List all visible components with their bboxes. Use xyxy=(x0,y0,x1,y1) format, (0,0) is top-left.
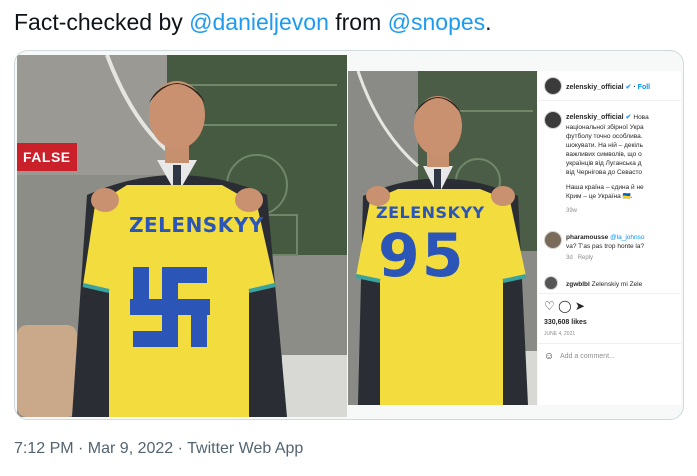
divider xyxy=(538,293,681,294)
jersey-name-left: ZELENSKYY xyxy=(129,213,264,237)
instagram-username[interactable]: zelenskiy_official xyxy=(566,84,624,91)
comment-1-line2: va? T'as pas trop honte la? xyxy=(566,243,645,250)
caption-line-2: футболу точно особлива. xyxy=(566,133,643,140)
caption-line-8: Крим – це Україна 🇺🇦. xyxy=(566,193,633,200)
instagram-header-user[interactable]: zelenskiy_official ✔ · Foll xyxy=(566,83,650,91)
tweet-text-suffix: . xyxy=(485,9,492,35)
commenter-2-avatar[interactable] xyxy=(544,276,558,290)
commenter-avatar[interactable] xyxy=(544,231,562,249)
mention-danieljevon-link[interactable]: @danieljevon xyxy=(189,9,329,35)
caption-line-6: від Чернігова до Севасто xyxy=(566,169,643,176)
tweet-text-prefix: Fact-checked by xyxy=(14,9,190,35)
tweet-text-middle: from xyxy=(328,9,388,35)
comment-2-text: Zelenskiy mi Zele xyxy=(591,281,643,288)
instagram-post-panel: zelenskiy_official ✔ · Foll zelenskiy_of… xyxy=(538,71,681,405)
comment-1-time: 3d xyxy=(566,255,573,261)
tweet-media-image[interactable]: FALSE ZELENSKYY ZELENSKYY 95 zelenskiy_o… xyxy=(14,50,684,420)
share-icon[interactable]: ➤ xyxy=(575,299,585,313)
caption-line-7: Наша країна – єдина й не xyxy=(566,184,644,191)
verified-icon: ✔ xyxy=(625,114,632,121)
divider xyxy=(538,343,681,344)
caption-line-5: українців від Луганська д xyxy=(566,160,642,167)
caption-user: zelenskiy_official ✔ Нова xyxy=(566,113,649,122)
doctored-photo: FALSE ZELENSKYY xyxy=(17,55,347,417)
follow-button[interactable]: Foll xyxy=(638,84,650,91)
caption-username[interactable]: zelenskiy_official xyxy=(566,114,624,121)
comment-1: pharamousse @la_johnso xyxy=(566,233,645,242)
caption-line-3: шокувати. На ній – декіль xyxy=(566,142,643,149)
likes-count[interactable]: 330,608 likes xyxy=(544,319,587,326)
comment-2-user[interactable]: zgwblbl xyxy=(566,281,590,288)
caption-line-1: національної збірної Укра xyxy=(566,124,644,131)
comment-2: zgwblbl Zelenskiy mi Zele xyxy=(566,280,642,289)
mention-snopes-link[interactable]: @snopes xyxy=(388,9,486,35)
comment-1-meta: 3d Reply xyxy=(566,255,593,261)
tweet-text: Fact-checked by @danieljevon from @snope… xyxy=(14,6,492,38)
verified-icon: ✔ xyxy=(625,84,632,91)
reply-button[interactable]: Reply xyxy=(578,255,593,261)
caption-line-4: важливих символів, що о xyxy=(566,151,642,158)
comment-1-user[interactable]: pharamousse xyxy=(566,234,608,241)
tweet-timestamp[interactable]: 7:12 PM · Mar 9, 2022 · Twitter Web App xyxy=(14,440,303,458)
emoji-icon[interactable]: ☺ xyxy=(544,351,554,362)
caption-line-0: Нова xyxy=(633,114,649,121)
action-icons: ♡ ◯ ➤ xyxy=(544,299,585,313)
caption-avatar[interactable] xyxy=(544,111,562,129)
comment-1-mention[interactable]: @la_johnso xyxy=(610,234,644,241)
add-comment-input[interactable]: Add a comment... xyxy=(560,353,615,360)
post-date: JUNE 4, 2021 xyxy=(544,331,576,337)
caption-time: 39w xyxy=(566,208,578,214)
jersey-number: 95 xyxy=(378,221,466,291)
jersey-name-mid: ZELENSKYY xyxy=(376,203,485,222)
comment-icon[interactable]: ◯ xyxy=(558,299,571,313)
instagram-header: zelenskiy_official ✔ · Foll xyxy=(538,71,681,101)
original-photo: ZELENSKYY 95 xyxy=(348,71,537,405)
avatar[interactable] xyxy=(544,77,562,95)
heart-icon[interactable]: ♡ xyxy=(544,299,555,313)
false-rating-badge: FALSE xyxy=(17,143,77,171)
